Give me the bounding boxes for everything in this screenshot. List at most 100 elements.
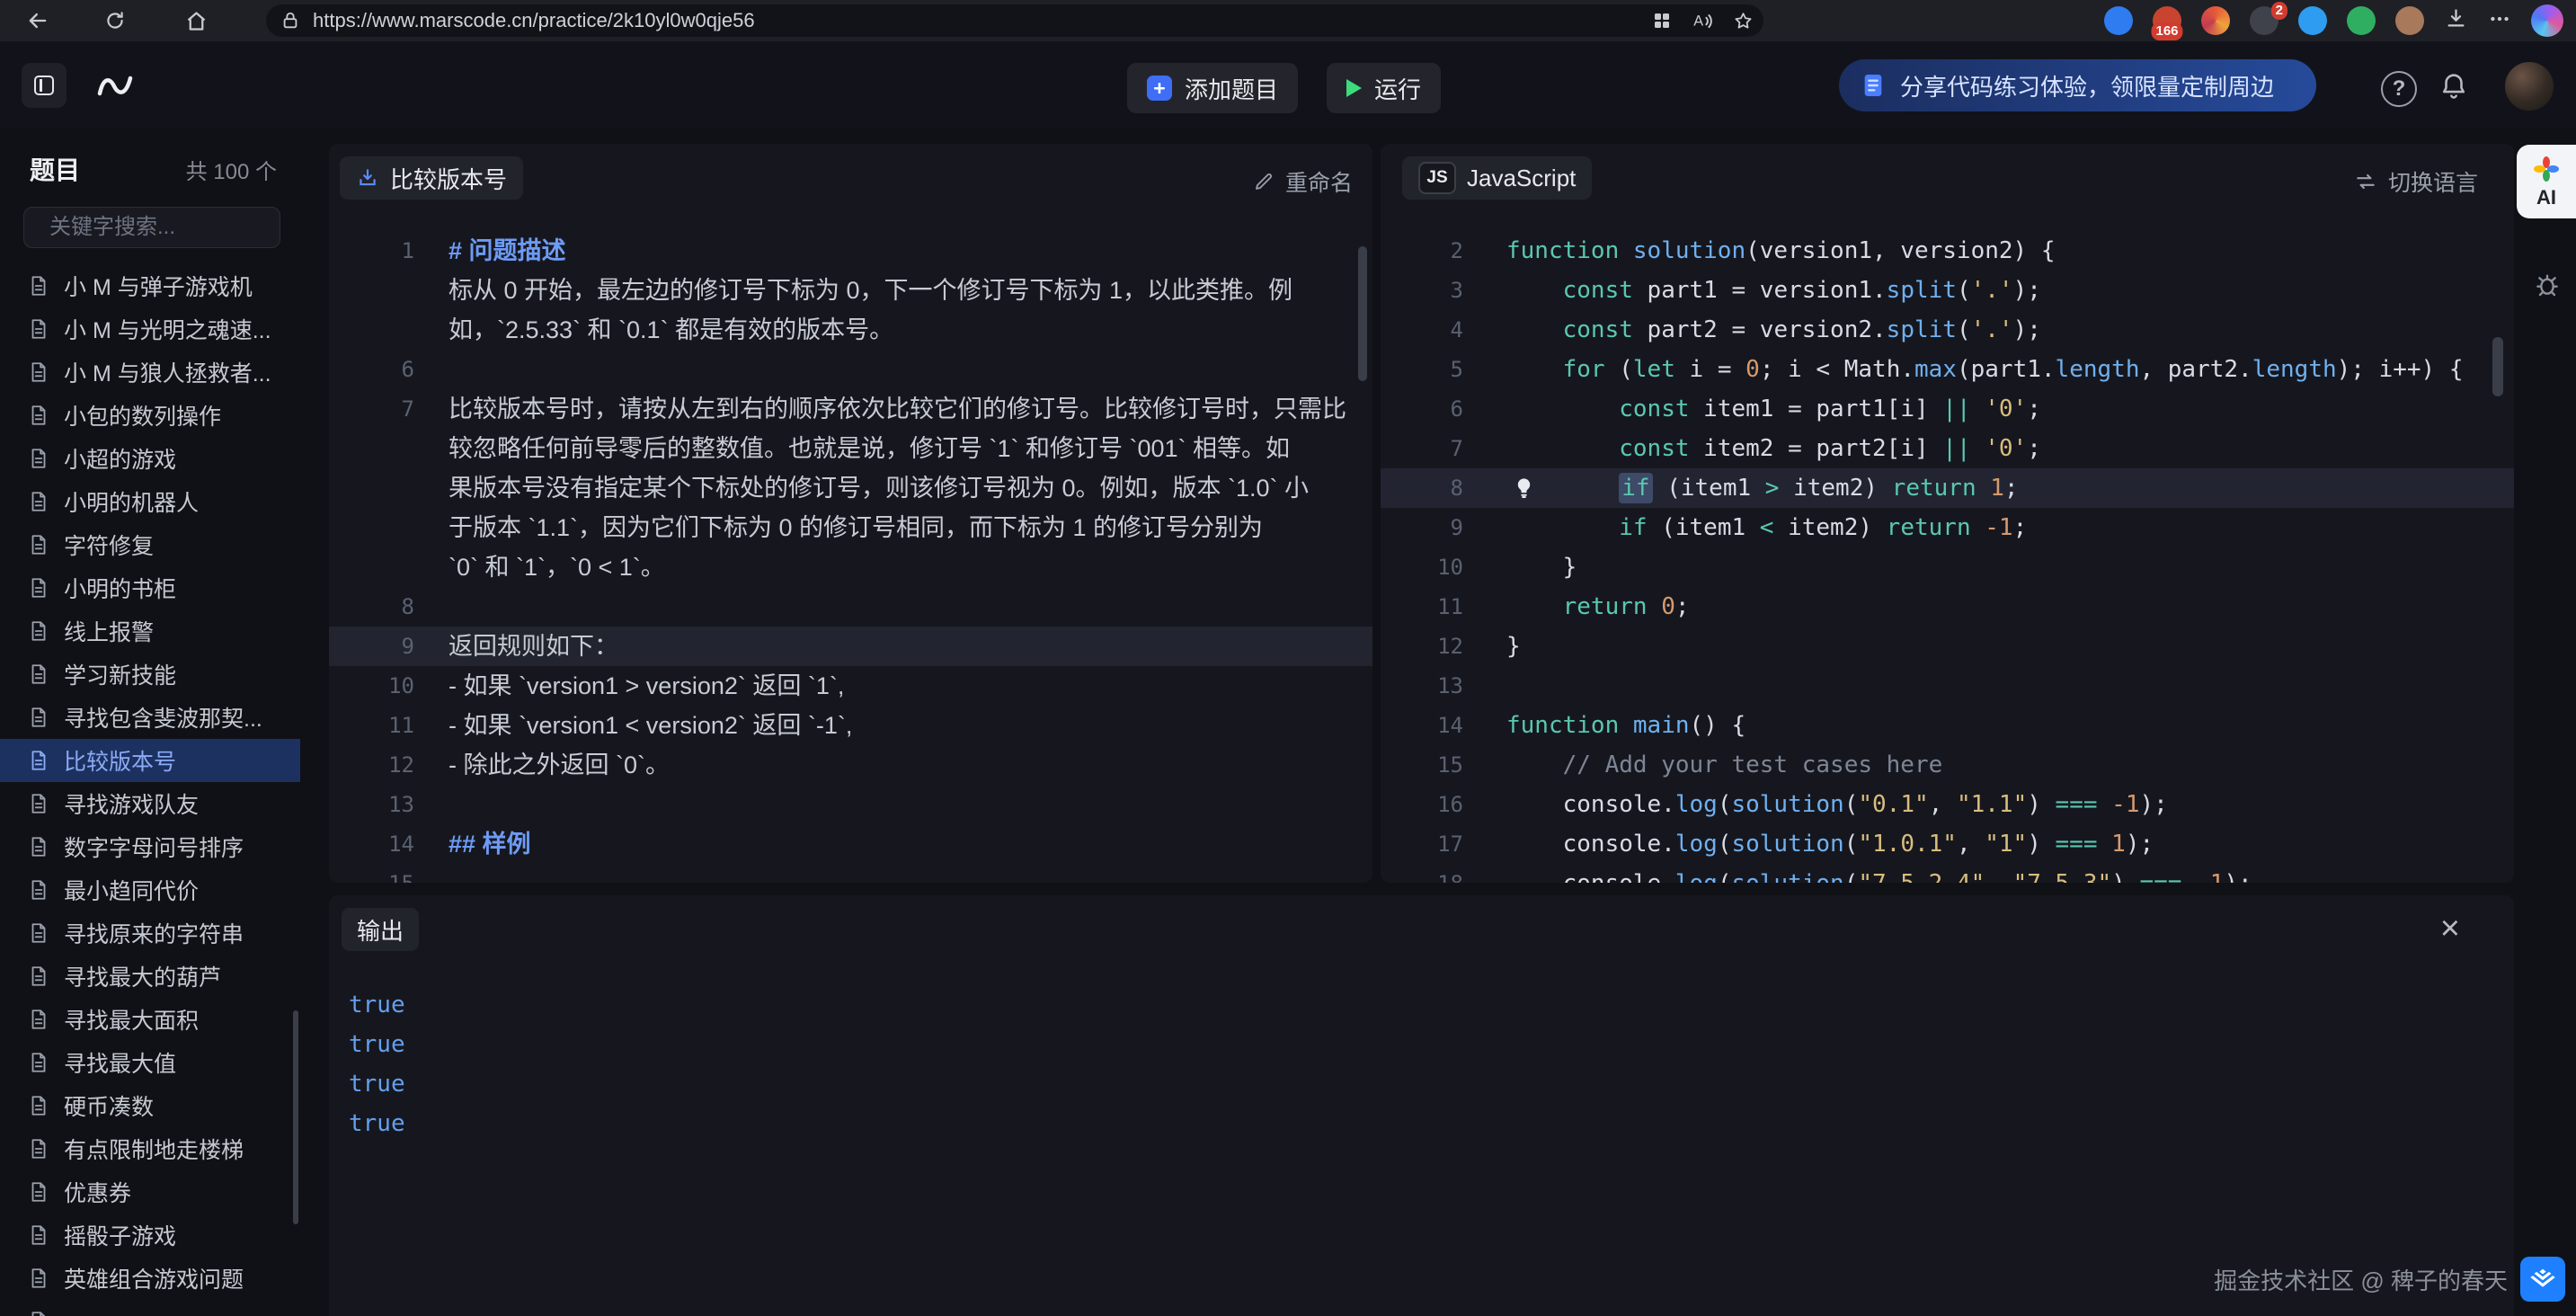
lightbulb-icon[interactable] <box>1512 476 1536 500</box>
marscode-logo[interactable] <box>93 65 137 109</box>
code-line: 7 const item2 = part2[i] || '0'; <box>1381 429 2514 468</box>
user-avatar[interactable] <box>2505 62 2554 111</box>
green-extension-icon[interactable] <box>2347 6 2376 35</box>
address-bar[interactable]: https://www.marscode.cn/practice/2k10yl0… <box>266 4 1763 37</box>
switch-language-button[interactable]: 切换语言 <box>2354 165 2478 198</box>
close-output-button[interactable]: × <box>2440 911 2460 946</box>
desc-row: 6 <box>329 350 1372 389</box>
add-problem-button[interactable]: + 添加题目 <box>1127 63 1298 113</box>
question-icon: ? <box>2393 76 2406 102</box>
sidebar-item[interactable]: 最小趋同代价 <box>0 868 300 911</box>
line-number: 9 <box>329 627 414 666</box>
sidebar-item[interactable]: 字符修复 <box>0 523 300 566</box>
code-text: // Add your test cases here <box>1506 745 1942 785</box>
drop-extension-icon[interactable] <box>2298 6 2327 35</box>
sidebar-item[interactable] <box>0 1300 300 1316</box>
code-line: 2function solution(version1, version2) { <box>1381 231 2514 271</box>
sidebar-item[interactable]: 有点限制地走楼梯 <box>0 1127 300 1170</box>
code-line: 13 <box>1381 666 2514 706</box>
desc-row: 标从 0 开始，最左边的修订号下标为 0，下一个修订号下标为 1，以此类推。例 <box>329 271 1372 310</box>
sidebar-item[interactable]: 小 M 与弹子游戏机 <box>0 264 300 307</box>
sidebar-item-label: 比较版本号 <box>64 744 176 777</box>
rename-button[interactable]: 重命名 <box>1253 165 1353 198</box>
sidebar-item[interactable]: 小超的游戏 <box>0 437 300 480</box>
sidebar-item[interactable]: 寻找游戏队友 <box>0 782 300 825</box>
puzzle-extension-icon[interactable]: 2 <box>2250 6 2278 35</box>
sidebar-item[interactable]: 小明的书柜 <box>0 566 300 609</box>
privacy-shield-extension-icon[interactable] <box>2104 6 2133 35</box>
sidebar-item[interactable]: 寻找最大的葫芦 <box>0 955 300 998</box>
line-number <box>329 468 414 508</box>
output-tab-label: 输出 <box>357 913 404 947</box>
share-promo-banner[interactable]: 分享代码练习体验，领限量定制周边 <box>1839 59 2316 111</box>
misc-extension-icon[interactable] <box>2395 6 2424 35</box>
code-editor[interactable]: 2function solution(version1, version2) {… <box>1381 231 2514 883</box>
sidebar-item[interactable]: 线上报警 <box>0 609 300 653</box>
code-line: 9 if (item1 < item2) return -1; <box>1381 508 2514 547</box>
sidebar-item-label: 小包的数列操作 <box>64 399 221 431</box>
switch-language-label: 切换语言 <box>2388 165 2478 198</box>
output-panel: 输出 × truetruetruetrue <box>329 895 2514 1316</box>
notifications-button[interactable] <box>2438 70 2469 105</box>
sidebar-header: 题目 共 100 个 <box>0 128 300 187</box>
line-number: 15 <box>329 864 414 883</box>
adblock-extension-icon[interactable]: 166 <box>2153 6 2181 35</box>
search-input[interactable] <box>49 215 328 240</box>
sidebar-item[interactable]: 小包的数列操作 <box>0 394 300 437</box>
home-button[interactable] <box>176 0 216 41</box>
help-button[interactable]: ? <box>2381 71 2417 107</box>
sidebar-item[interactable]: 寻找原来的字符串 <box>0 911 300 955</box>
debug-button[interactable] <box>2533 270 2562 303</box>
code-line: 16 console.log(solution("0.1", "1.1") ==… <box>1381 785 2514 824</box>
sidebar-scrollbar[interactable] <box>293 1010 298 1224</box>
sidebar-item[interactable]: 优惠券 <box>0 1170 300 1214</box>
sidebar-item[interactable]: 数字字母问号排序 <box>0 825 300 868</box>
document-icon <box>27 1008 50 1031</box>
sidebar-item[interactable]: 小明的机器人 <box>0 480 300 523</box>
sidebar-item[interactable]: 比较版本号 <box>0 739 300 782</box>
refresh-button[interactable] <box>95 0 135 41</box>
output-line: true <box>349 1064 405 1104</box>
code-scrollbar[interactable] <box>2492 337 2503 396</box>
sidebar-toggle-button[interactable] <box>22 63 67 108</box>
sidebar-item[interactable]: 硬币凑数 <box>0 1084 300 1127</box>
sidebar-item-label: 线上报警 <box>64 615 154 647</box>
problem-description-editor[interactable]: 1# 问题描述标从 0 开始，最左边的修订号下标为 0，下一个修订号下标为 1，… <box>329 231 1372 883</box>
sidebar-item[interactable]: 摇骰子游戏 <box>0 1214 300 1257</box>
sidebar-item[interactable]: 寻找包含斐波那契... <box>0 696 300 739</box>
output-tab[interactable]: 输出 <box>342 908 419 951</box>
sidebar-item-label: 英雄组合游戏问题 <box>64 1262 244 1294</box>
read-aloud-icon[interactable]: A <box>1691 9 1714 32</box>
back-button[interactable] <box>18 0 58 41</box>
code-line: 11 return 0; <box>1381 587 2514 627</box>
sidebar-item[interactable]: 寻找最大面积 <box>0 998 300 1041</box>
desc-row: 于版本 `1.1`，因为它们下标为 0 的修订号相同，而下标为 1 的修订号分别… <box>329 508 1372 547</box>
pencil-icon <box>1253 171 1275 192</box>
sidebar-item[interactable]: 小 M 与狼人拯救者... <box>0 351 300 394</box>
line-number: 2 <box>1381 231 1463 271</box>
ai-assistant-button[interactable]: AI <box>2517 145 2576 218</box>
run-button[interactable]: 运行 <box>1327 63 1441 113</box>
share-doc-icon <box>1859 71 1888 100</box>
favorites-star-icon[interactable] <box>1732 10 1754 32</box>
sidebar-item[interactable]: 英雄组合游戏问题 <box>0 1257 300 1300</box>
sidebar-item[interactable]: 寻找最大值 <box>0 1041 300 1084</box>
download-button[interactable] <box>2444 6 2468 35</box>
document-icon <box>27 1310 50 1316</box>
output-line: true <box>349 985 405 1025</box>
search-box[interactable] <box>23 207 280 248</box>
desc-text: 返回规则如下： <box>449 627 618 666</box>
code-text: function main() { <box>1506 706 1745 745</box>
apps-grid-icon[interactable] <box>1651 10 1673 31</box>
line-number: 6 <box>1381 389 1463 429</box>
browser-menu-button[interactable] <box>2488 7 2511 35</box>
copilot-icon[interactable] <box>2531 4 2563 37</box>
sidebar-item-label: 寻找最大面积 <box>64 1003 199 1036</box>
colorful-extension-icon[interactable] <box>2201 6 2230 35</box>
promo-label: 分享代码练习体验，领限量定制周边 <box>1900 69 2274 102</box>
line-number: 11 <box>329 706 414 745</box>
description-scrollbar[interactable] <box>1358 246 1367 381</box>
sidebar-item[interactable]: 小 M 与光明之魂速... <box>0 307 300 351</box>
desc-row: 9 返回规则如下： <box>329 627 1372 666</box>
sidebar-item[interactable]: 学习新技能 <box>0 653 300 696</box>
